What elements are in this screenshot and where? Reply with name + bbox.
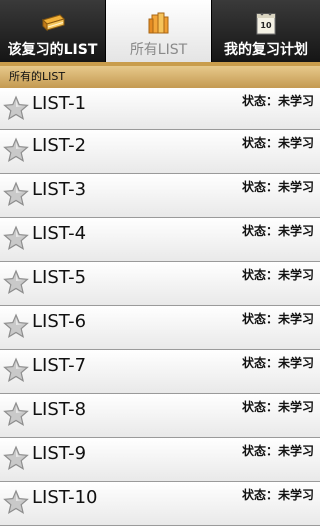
calendar-day: 10 xyxy=(260,21,272,30)
list-item[interactable]: LIST-4 状态：未学习 xyxy=(0,218,320,262)
list-item-title: LIST-8 xyxy=(32,399,87,420)
list-item-status: 状态：未学习 xyxy=(241,136,314,150)
section-header: 所有的LIST xyxy=(0,66,320,88)
star-icon[interactable] xyxy=(3,137,29,167)
tab-all-lists[interactable]: 所有LIST xyxy=(106,0,212,62)
list-item[interactable]: LIST-7 状态：未学习 xyxy=(0,350,320,394)
list-item-status: 状态：未学习 xyxy=(241,444,314,458)
star-icon[interactable] xyxy=(3,313,29,343)
section-title: 所有的LIST xyxy=(9,70,66,83)
list-item-title: LIST-10 xyxy=(32,487,98,508)
star-icon[interactable] xyxy=(3,269,29,299)
list-item-status: 状态：未学习 xyxy=(241,488,314,502)
tab-my-plan[interactable]: 10 我的复习计划 xyxy=(212,0,320,62)
list-item-status: 状态：未学习 xyxy=(241,312,314,326)
list-item-title: LIST-4 xyxy=(32,223,87,244)
list-item[interactable]: LIST-2 状态：未学习 xyxy=(0,130,320,174)
star-icon[interactable] xyxy=(3,445,29,475)
star-icon[interactable] xyxy=(3,357,29,387)
tab-all-lists-label: 所有LIST xyxy=(129,42,188,58)
tab-review-list-label: 该复习的LIST xyxy=(7,42,98,58)
star-icon[interactable] xyxy=(3,181,29,211)
list-item-title: LIST-9 xyxy=(32,443,87,464)
list-item-title: LIST-6 xyxy=(32,311,87,332)
list-item-title: LIST-5 xyxy=(32,267,87,288)
list-item-title: LIST-3 xyxy=(32,179,87,200)
list-item-title: LIST-2 xyxy=(32,135,87,156)
tab-my-plan-label: 我的复习计划 xyxy=(224,42,308,58)
star-icon[interactable] xyxy=(3,225,29,255)
list-item[interactable]: LIST-5 状态：未学习 xyxy=(0,262,320,306)
book-icon xyxy=(41,14,65,32)
list-item[interactable]: LIST-6 状态：未学习 xyxy=(0,306,320,350)
tab-bar: 该复习的LIST 所有LIST 10 我的复习计划 xyxy=(0,0,320,66)
list-item-status: 状态：未学习 xyxy=(241,356,314,370)
list-item[interactable]: LIST-1 状态：未学习 xyxy=(0,88,320,130)
list-item[interactable]: LIST-10 状态：未学习 xyxy=(0,482,320,526)
list-item-status: 状态：未学习 xyxy=(241,94,314,108)
list: LIST-1 状态：未学习 LIST-2 状态：未学习 LIST-3 状态：未学习 LIST… xyxy=(0,88,320,526)
list-item-status: 状态：未学习 xyxy=(241,180,314,194)
list-item-title: LIST-1 xyxy=(32,93,87,114)
calendar-icon: 10 xyxy=(256,12,276,35)
list-item-status: 状态：未学习 xyxy=(241,400,314,414)
stack-books-icon xyxy=(148,12,168,34)
list-item-title: LIST-7 xyxy=(32,355,87,376)
list-item-status: 状态：未学习 xyxy=(241,268,314,282)
star-icon[interactable] xyxy=(3,489,29,519)
list-item[interactable]: LIST-8 状态：未学习 xyxy=(0,394,320,438)
star-icon[interactable] xyxy=(3,95,29,125)
star-icon[interactable] xyxy=(3,401,29,431)
list-item[interactable]: LIST-9 状态：未学习 xyxy=(0,438,320,482)
list-item[interactable]: LIST-3 状态：未学习 xyxy=(0,174,320,218)
tab-review-list[interactable]: 该复习的LIST xyxy=(0,0,106,62)
list-item-status: 状态：未学习 xyxy=(241,224,314,238)
